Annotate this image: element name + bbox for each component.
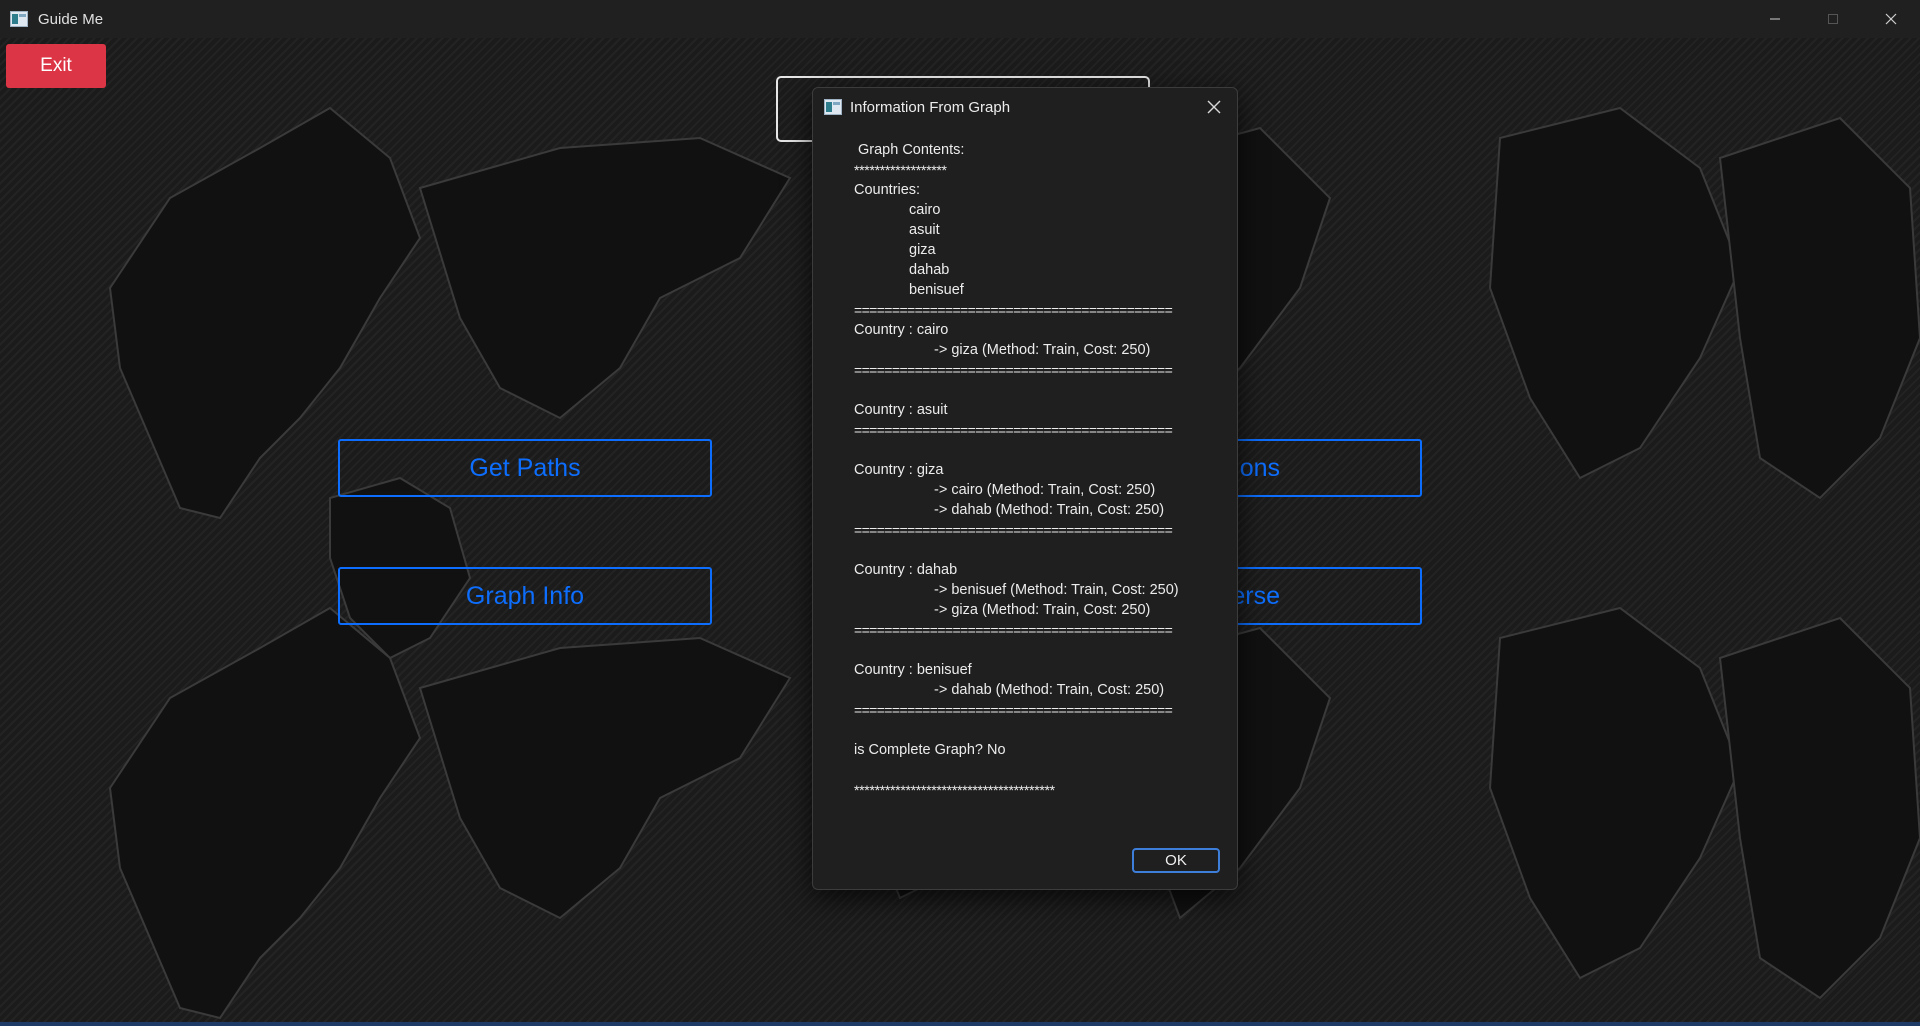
dialog-text-line: ========================================… — [854, 362, 1173, 378]
minimize-icon[interactable] — [1746, 0, 1804, 38]
dialog-text-line: Country : dahab — [854, 562, 958, 578]
get-paths-button[interactable]: Get Paths — [338, 439, 712, 497]
graph-info-button[interactable]: Graph Info — [338, 567, 712, 625]
dialog-app-icon — [824, 99, 842, 115]
dialog-text-line: *************************************** — [854, 782, 1055, 798]
dialog-blank-line — [854, 540, 1226, 560]
dialog-text-line: ========================================… — [854, 422, 1173, 438]
taskbar-edge — [0, 1022, 1920, 1026]
dialog-text-line: -> giza (Method: Train, Cost: 250) — [934, 342, 1151, 358]
dialog-blank-line — [854, 440, 1226, 460]
info-dialog: Information From Graph Graph Contents: **… — [812, 87, 1238, 890]
dialog-text-line: ========================================… — [854, 702, 1173, 718]
dialog-title: Information From Graph — [850, 98, 1011, 116]
graph-contents-text: Graph Contents: ****************** Countri… — [854, 140, 1226, 800]
dialog-text-line: Country : giza — [854, 462, 944, 478]
dialog-text-line: ========================================… — [854, 622, 1173, 638]
dialog-text-line: Country : asuit — [854, 402, 948, 418]
app-icon — [10, 11, 28, 27]
dialog-blank-line — [854, 640, 1226, 660]
dialog-text-line: -> giza (Method: Train, Cost: 250) — [934, 602, 1151, 618]
dialog-text-line: -> dahab (Method: Train, Cost: 250) — [934, 502, 1165, 518]
dialog-blank-line — [854, 720, 1226, 740]
dialog-blank-line — [854, 760, 1226, 780]
dialog-text-line: -> cairo (Method: Train, Cost: 250) — [934, 482, 1156, 498]
dialog-text-line: Graph Contents: — [858, 142, 965, 158]
close-icon[interactable] — [1199, 92, 1229, 122]
dialog-text-line: giza — [909, 242, 936, 258]
dialog-titlebar: Information From Graph — [813, 88, 1237, 126]
window-title: Guide Me — [38, 10, 104, 28]
window-controls — [1746, 0, 1920, 38]
maximize-icon — [1804, 0, 1862, 38]
dialog-text-line: benisuef — [909, 282, 964, 298]
dialog-text-line: Countries: — [854, 182, 921, 198]
dialog-text-line: ========================================… — [854, 302, 1173, 318]
dialog-text-line: ========================================… — [854, 522, 1173, 538]
dialog-text-line: -> benisuef (Method: Train, Cost: 250) — [934, 582, 1179, 598]
dialog-text-line: cairo — [909, 202, 941, 218]
window-titlebar: Guide Me — [0, 0, 1920, 38]
dialog-text-line: ****************** — [854, 162, 947, 178]
dialog-text-line: Country : benisuef — [854, 662, 972, 678]
close-icon[interactable] — [1862, 0, 1920, 38]
dialog-text-line: asuit — [909, 222, 940, 238]
dialog-blank-line — [854, 380, 1226, 400]
exit-button[interactable]: Exit — [6, 44, 106, 88]
ok-button[interactable]: OK — [1132, 848, 1220, 873]
dialog-text-line: -> dahab (Method: Train, Cost: 250) — [934, 682, 1165, 698]
dialog-text-line: Country : cairo — [854, 322, 949, 338]
dialog-text-line: is Complete Graph? No — [854, 742, 1006, 758]
dialog-text-line: dahab — [909, 262, 950, 278]
